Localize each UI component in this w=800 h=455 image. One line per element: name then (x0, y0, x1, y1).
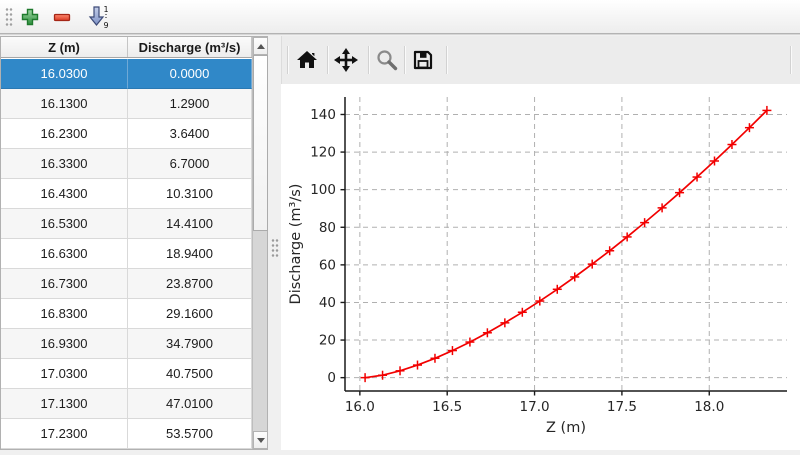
table-row[interactable]: 16.530014.4100 (1, 209, 252, 239)
scrollbar-thumb[interactable] (253, 55, 268, 231)
svg-text:60: 60 (319, 257, 336, 273)
scroll-down-button[interactable] (253, 431, 268, 449)
table-cell[interactable]: 16.9300 (1, 329, 128, 359)
home-button[interactable] (291, 44, 323, 76)
svg-text:16.0: 16.0 (345, 399, 375, 415)
svg-text:18.0: 18.0 (694, 399, 724, 415)
save-button[interactable] (407, 44, 439, 76)
table-body: 16.03000.000016.13001.290016.23003.64001… (1, 59, 252, 449)
table-header: Z (m) Discharge (m³/s) (1, 37, 252, 58)
rating-curve-chart[interactable]: 16.0 16.5 17.0 17.5 18.0 0 20 40 60 80 100 120 140 Z … (281, 84, 800, 450)
table-cell[interactable]: 47.0100 (128, 389, 252, 419)
table-row[interactable]: 16.23003.6400 (1, 119, 252, 149)
plot-panel: 16.0 16.5 17.0 17.5 18.0 0 20 40 60 80 100 120 140 Z … (281, 36, 800, 450)
plus-icon (20, 7, 40, 27)
column-header-z[interactable]: Z (m) (1, 37, 128, 57)
column-header-discharge[interactable]: Discharge (m³/s) (128, 37, 252, 57)
home-icon (295, 48, 319, 72)
table-row[interactable]: 17.030040.7500 (1, 359, 252, 389)
sort-numeric-ascending-icon: 1 9 (85, 5, 111, 29)
table-row[interactable]: 16.33006.7000 (1, 149, 252, 179)
zoom-button[interactable] (371, 44, 403, 76)
table-cell[interactable]: 16.2300 (1, 119, 128, 149)
table-row[interactable]: 16.730023.8700 (1, 269, 252, 299)
svg-text:80: 80 (319, 220, 336, 236)
splitter-handle[interactable] (271, 238, 279, 258)
svg-text:17.5: 17.5 (607, 399, 637, 415)
table-cell[interactable]: 16.7300 (1, 269, 128, 299)
table-cell[interactable]: 16.8300 (1, 299, 128, 329)
save-icon (411, 48, 435, 72)
add-row-button[interactable] (16, 3, 44, 31)
table-cell[interactable]: 16.1300 (1, 89, 128, 119)
table-cell[interactable]: 17.1300 (1, 389, 128, 419)
table-cell[interactable]: 3.6400 (128, 119, 252, 149)
minus-icon (52, 7, 72, 27)
table-cell[interactable]: 16.4300 (1, 179, 128, 209)
table-cell[interactable]: 16.0300 (1, 59, 128, 89)
svg-text:20: 20 (319, 333, 336, 349)
table-cell[interactable]: 18.9400 (128, 239, 252, 269)
table-cell[interactable]: 29.1600 (128, 299, 252, 329)
table-cell[interactable]: 14.4100 (128, 209, 252, 239)
svg-text:9: 9 (103, 21, 108, 29)
table-cell[interactable]: 6.7000 (128, 149, 252, 179)
table-cell[interactable]: 0.0000 (128, 59, 252, 89)
table-row[interactable]: 16.13001.2900 (1, 89, 252, 119)
table-cell[interactable]: 23.8700 (128, 269, 252, 299)
panel-splitter[interactable] (268, 36, 281, 450)
svg-text:17.0: 17.0 (520, 399, 550, 415)
sort-rows-button[interactable]: 1 9 (82, 3, 114, 31)
table-row[interactable]: 16.830029.1600 (1, 299, 252, 329)
toolbar-separator (287, 46, 288, 74)
pan-button[interactable] (330, 44, 362, 76)
stage-discharge-table: Z (m) Discharge (m³/s) 16.03000.000016.1… (0, 36, 268, 450)
table-cell[interactable]: 10.3100 (128, 179, 252, 209)
table-cell[interactable]: 1.2900 (128, 89, 252, 119)
toolbar-drag-handle[interactable] (5, 7, 13, 28)
svg-text:100: 100 (310, 182, 336, 198)
toolbar-separator (368, 46, 369, 74)
table-cell[interactable]: 17.0300 (1, 359, 128, 389)
table-row[interactable]: 16.930034.7900 (1, 329, 252, 359)
svg-text:16.5: 16.5 (432, 399, 462, 415)
table-cell[interactable]: 16.5300 (1, 209, 128, 239)
remove-row-button[interactable] (48, 3, 76, 31)
table-cell[interactable]: 16.6300 (1, 239, 128, 269)
scroll-up-button[interactable] (253, 37, 268, 55)
table-row[interactable]: 17.130047.0100 (1, 389, 252, 419)
svg-text:0: 0 (327, 370, 336, 386)
table-row[interactable]: 17.230053.5700 (1, 419, 252, 449)
table-row[interactable]: 16.430010.3100 (1, 179, 252, 209)
main-toolbar: 1 9 (0, 0, 800, 34)
svg-text:140: 140 (310, 107, 336, 123)
table-scrollbar[interactable] (252, 37, 267, 449)
table-cell[interactable]: 40.7500 (128, 359, 252, 389)
svg-text:1: 1 (103, 5, 108, 14)
table-cell[interactable]: 16.3300 (1, 149, 128, 179)
svg-text:120: 120 (310, 145, 336, 161)
toolbar-separator (327, 46, 328, 74)
chart-canvas[interactable]: 16.0 16.5 17.0 17.5 18.0 0 20 40 60 80 100 120 140 Z … (281, 84, 800, 450)
magnifier-icon (375, 48, 399, 72)
table-cell[interactable]: 34.7900 (128, 329, 252, 359)
svg-text:40: 40 (319, 295, 336, 311)
toolbar-separator (446, 46, 447, 74)
svg-text:Discharge (m³/s): Discharge (m³/s) (288, 184, 304, 305)
toolbar-separator (404, 46, 405, 74)
up-arrow-icon (257, 44, 265, 49)
svg-text:Z (m): Z (m) (546, 420, 586, 436)
table-row[interactable]: 16.630018.9400 (1, 239, 252, 269)
table-cell[interactable]: 17.2300 (1, 419, 128, 449)
pan-icon (333, 47, 359, 73)
toolbar-separator (790, 46, 791, 74)
table-row[interactable]: 16.03000.0000 (1, 59, 252, 89)
table-cell[interactable]: 53.5700 (128, 419, 252, 449)
down-arrow-icon (257, 438, 265, 443)
plot-toolbar (281, 36, 800, 84)
